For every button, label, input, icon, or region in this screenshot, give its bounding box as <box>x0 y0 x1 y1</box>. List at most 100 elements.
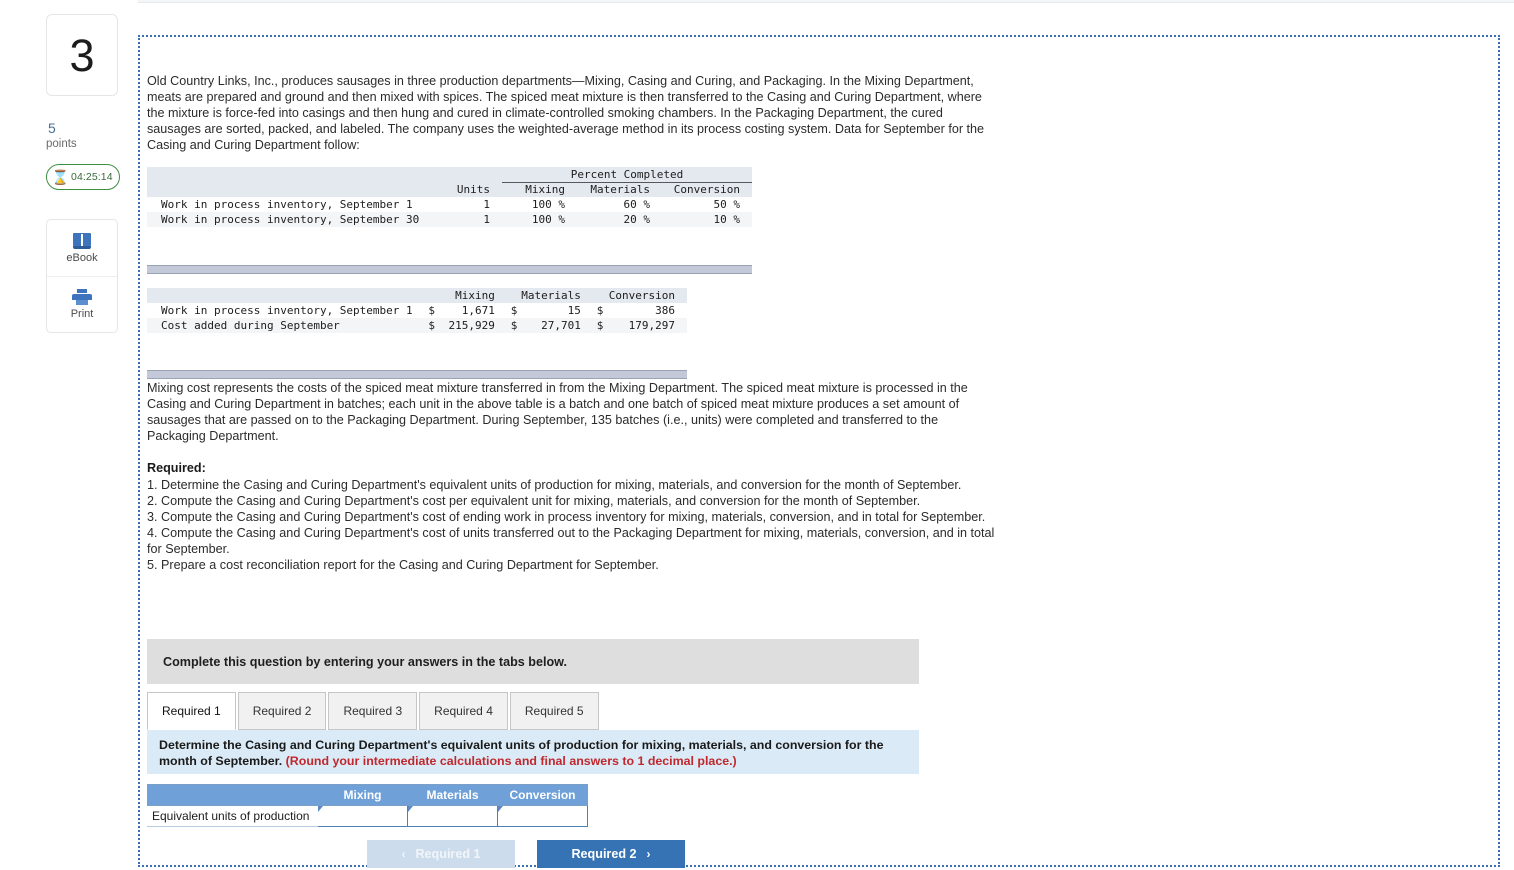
cell-materials: 60 % <box>577 197 662 212</box>
tab-label: Required 1 <box>162 704 221 718</box>
cell-conversion: 50 % <box>662 197 752 212</box>
next-requirement-button[interactable]: Required 2 › <box>537 840 685 868</box>
table-row: Work in process inventory, September 1 $… <box>147 303 687 318</box>
cell-mixing: 100 % <box>502 212 577 227</box>
table-row: Cost added during September $ 215,929 $ … <box>147 318 687 333</box>
col-mixing: Mixing <box>438 288 507 303</box>
print-label: Print <box>70 308 94 320</box>
answer-col-conversion: Conversion <box>497 784 588 806</box>
tab-required-3[interactable]: Required 3 <box>328 692 418 730</box>
answer-corner-cell <box>147 784 318 806</box>
input-conversion[interactable] <box>497 805 588 827</box>
col-mixing: Mixing <box>502 182 577 197</box>
cell-materials: 20 % <box>577 212 662 227</box>
rounding-note: (Round your intermediate calculations an… <box>285 754 737 768</box>
tab-required-4[interactable]: Required 4 <box>419 692 508 730</box>
ebook-button[interactable]: eBook <box>47 220 117 276</box>
hourglass-icon: ⌛ <box>51 169 70 185</box>
row-label: Cost added during September <box>147 318 425 333</box>
answer-row-label: Equivalent units of production <box>147 805 318 827</box>
required-list: 1. Determine the Casing and Curing Depar… <box>147 477 999 573</box>
tool-box: eBook Print <box>46 219 118 333</box>
col-conversion: Conversion <box>662 182 752 197</box>
input-mixing[interactable] <box>317 805 408 827</box>
cell-materials: 15 <box>521 303 593 318</box>
tab-required-1[interactable]: Required 1 <box>147 692 236 730</box>
col-materials: Materials <box>577 182 662 197</box>
row-label: Work in process inventory, September 1 <box>147 197 447 212</box>
list-item: 4. Compute the Casing and Curing Departm… <box>147 526 995 556</box>
currency-symbol: $ <box>424 318 439 333</box>
table-footer-bar <box>147 370 687 379</box>
col-materials: Materials <box>521 288 593 303</box>
list-item: 2. Compute the Casing and Curing Departm… <box>147 494 921 508</box>
requirement-prompt-band: Determine the Casing and Curing Departme… <box>147 730 919 774</box>
cell-units: 1 <box>447 212 502 227</box>
batches-paragraph: Mixing cost represents the costs of the … <box>147 381 968 443</box>
tab-label: Required 3 <box>343 704 403 718</box>
book-icon <box>73 232 91 249</box>
row-label: Work in process inventory, September 1 <box>147 303 425 318</box>
cell-conversion: 179,297 <box>607 318 687 333</box>
chevron-left-icon: ‹ <box>401 847 406 861</box>
cost-table: Mixing Materials Conversion Work in proc… <box>147 288 687 333</box>
required-heading: Required: <box>147 461 206 475</box>
percent-completed-table: Percent Completed Units Mixing Materials… <box>147 167 752 227</box>
answer-col-materials: Materials <box>407 784 498 806</box>
table-footer-bar <box>147 265 752 274</box>
list-item: 5. Prepare a cost reconciliation report … <box>147 558 659 572</box>
cell-conversion: 386 <box>607 303 687 318</box>
cell-units: 1 <box>447 197 502 212</box>
tab-required-2[interactable]: Required 2 <box>237 692 327 730</box>
print-button[interactable]: Print <box>47 276 117 332</box>
question-rail: 3 5 points ⌛ 04:25:14 eBook Print <box>0 0 138 870</box>
row-label: Work in process inventory, September 30 <box>147 212 447 227</box>
list-item: 3. Compute the Casing and Curing Departm… <box>147 510 986 524</box>
cell-mixing: 215,929 <box>438 318 507 333</box>
navigation-buttons: ‹ Required 1 Required 2 › <box>367 840 685 868</box>
chevron-right-icon: › <box>646 847 651 861</box>
currency-symbol: $ <box>592 318 608 333</box>
next-button-label: Required 2 <box>571 847 637 861</box>
input-materials[interactable] <box>407 805 498 827</box>
top-divider <box>0 0 1514 3</box>
currency-symbol: $ <box>592 303 608 318</box>
ebook-label: eBook <box>66 251 98 264</box>
cell-materials: 27,701 <box>521 318 593 333</box>
previous-requirement-button[interactable]: ‹ Required 1 <box>367 840 515 868</box>
printer-icon <box>72 289 92 305</box>
answer-entry-table: Mixing Materials Conversion Equivalent u… <box>147 784 588 827</box>
currency-symbol: $ <box>506 303 522 318</box>
percent-completed-group-header: Percent Completed <box>502 167 752 183</box>
currency-symbol: $ <box>506 318 522 333</box>
col-conversion: Conversion <box>607 288 687 303</box>
answer-input-row: Equivalent units of production <box>147 805 588 827</box>
cell-conversion: 10 % <box>662 212 752 227</box>
table-row: Work in process inventory, September 30 … <box>147 212 752 227</box>
instruction-text: Complete this question by entering your … <box>163 654 567 669</box>
previous-button-label: Required 1 <box>415 847 481 861</box>
points-label: points <box>46 138 77 150</box>
cell-mixing: 1,671 <box>438 303 507 318</box>
tab-label: Required 2 <box>252 704 312 718</box>
timer-value: 04:25:14 <box>71 171 113 183</box>
cell-mixing: 100 % <box>502 197 577 212</box>
question-number-card: 3 <box>46 14 118 96</box>
exam-question-page: 3 5 points ⌛ 04:25:14 eBook Print Old Co… <box>0 0 1514 870</box>
currency-symbol: $ <box>424 303 439 318</box>
question-content-panel: Old Country Links, Inc., produces sausag… <box>138 35 1500 868</box>
question-number: 3 <box>69 29 95 81</box>
instruction-band: Complete this question by entering your … <box>147 639 919 684</box>
table-row: Work in process inventory, September 1 1… <box>147 197 752 212</box>
answer-header-row: Mixing Materials Conversion <box>147 784 588 806</box>
points-value: 5 <box>48 120 56 136</box>
col-units: Units <box>447 182 502 197</box>
countdown-timer: ⌛ 04:25:14 <box>46 164 120 190</box>
answer-col-mixing: Mixing <box>317 784 408 806</box>
requirement-tabs: Required 1 Required 2 Required 3 Require… <box>147 692 601 730</box>
tab-label: Required 5 <box>524 704 584 718</box>
intro-paragraph: Old Country Links, Inc., produces sausag… <box>147 74 985 152</box>
tab-label: Required 4 <box>434 704 493 718</box>
tab-required-5[interactable]: Required 5 <box>509 692 599 730</box>
list-item: 1. Determine the Casing and Curing Depar… <box>147 478 962 492</box>
